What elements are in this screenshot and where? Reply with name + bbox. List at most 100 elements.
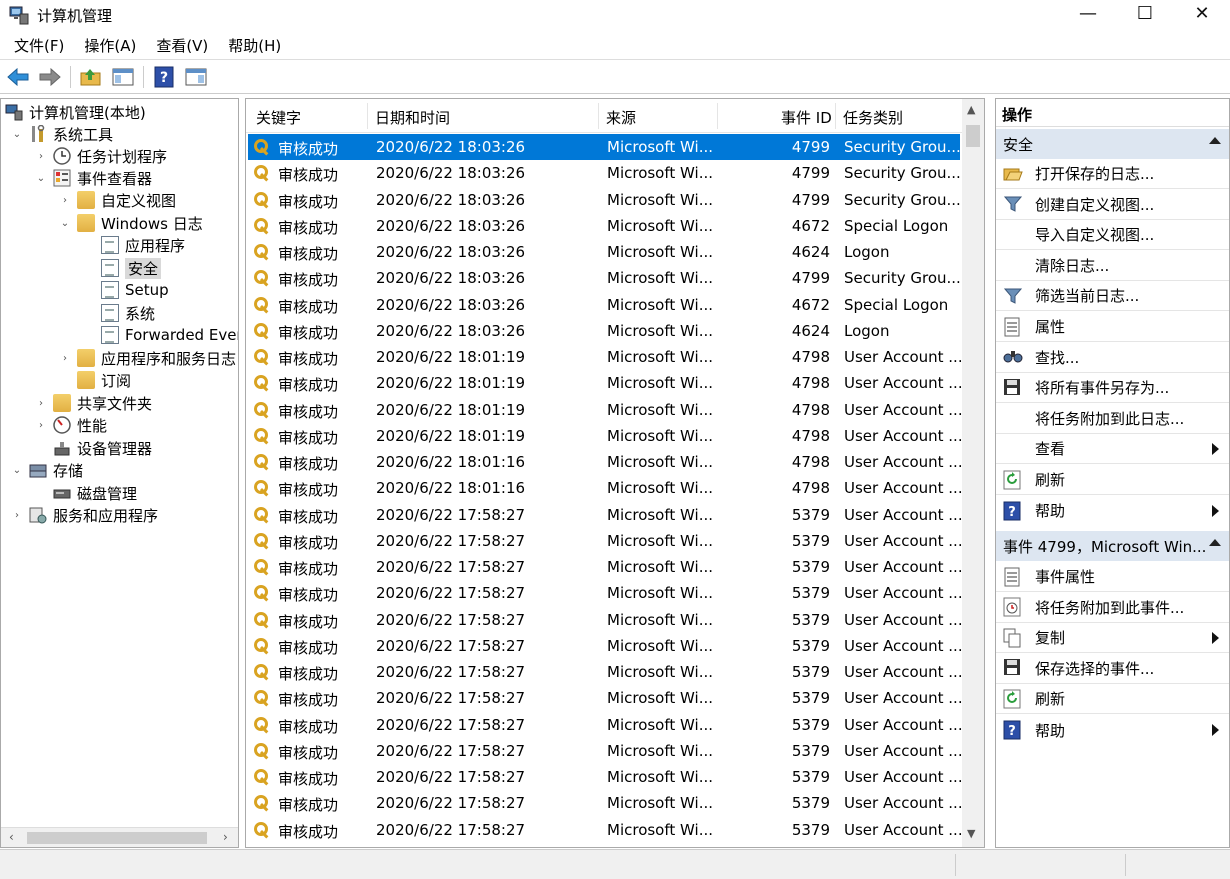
- action-item[interactable]: 事件属性: [996, 562, 1229, 592]
- table-row[interactable]: 审核成功 2020/6/22 18:01:19 Microsoft Wi... 479…: [248, 344, 963, 370]
- menu-action[interactable]: 操作(A): [74, 35, 146, 56]
- actions-section-event[interactable]: 事件 4799，Microsoft Win...: [996, 531, 1229, 561]
- scroll-left-icon[interactable]: ‹: [9, 830, 14, 844]
- table-row[interactable]: 审核成功 2020/6/22 17:58:27 Microsoft Wi... 537…: [248, 633, 963, 659]
- tree-item-shared-folders[interactable]: › 共享文件夹: [35, 392, 152, 414]
- collapse-caret-icon[interactable]: [1209, 137, 1221, 144]
- table-row[interactable]: 审核成功 2020/6/22 17:58:27 Microsoft Wi... 537…: [248, 790, 963, 816]
- action-item[interactable]: 创建自定义视图...: [996, 190, 1229, 220]
- action-item[interactable]: ? 帮助: [996, 496, 1229, 526]
- table-row[interactable]: 审核成功 2020/6/22 18:03:26 Microsoft Wi... 479…: [248, 187, 961, 213]
- table-row[interactable]: 审核成功 2020/6/22 18:01:19 Microsoft Wi... 479…: [248, 397, 963, 423]
- table-row[interactable]: 审核成功 2020/6/22 17:58:27 Microsoft Wi... 537…: [248, 817, 963, 843]
- table-row[interactable]: 审核成功 2020/6/22 17:58:27 Microsoft Wi... 537…: [248, 580, 963, 606]
- table-row[interactable]: 审核成功 2020/6/22 18:03:26 Microsoft Wi... 479…: [248, 134, 961, 160]
- action-item[interactable]: 查看: [996, 434, 1229, 465]
- actions-section-security[interactable]: 安全: [996, 129, 1229, 159]
- column-event-id[interactable]: 事件 ID: [781, 107, 832, 128]
- column-task-category[interactable]: 任务类别: [843, 107, 903, 128]
- tree-item-custom-views[interactable]: › 自定义视图: [59, 189, 176, 211]
- table-row[interactable]: 审核成功 2020/6/22 18:03:26 Microsoft Wi... 462…: [248, 318, 960, 344]
- action-item[interactable]: 将任务附加到此日志...: [996, 404, 1229, 434]
- tree-item-system-log[interactable]: 系统: [83, 302, 155, 324]
- expand-icon[interactable]: ›: [11, 510, 23, 521]
- collapse-icon[interactable]: ⌄: [35, 173, 47, 184]
- column-divider[interactable]: [367, 103, 368, 129]
- collapse-icon[interactable]: ⌄: [11, 129, 23, 140]
- table-row[interactable]: 审核成功 2020/6/22 18:01:19 Microsoft Wi... 479…: [248, 423, 963, 449]
- expand-icon[interactable]: ›: [35, 398, 47, 409]
- expand-icon[interactable]: ›: [35, 420, 47, 431]
- column-divider[interactable]: [717, 103, 718, 129]
- collapse-icon[interactable]: ⌄: [11, 465, 23, 476]
- tree-item-forwarded-events[interactable]: Forwarded Even: [83, 324, 238, 346]
- column-divider[interactable]: [598, 103, 599, 129]
- action-item[interactable]: 清除日志...: [996, 251, 1229, 281]
- collapse-icon[interactable]: ⌄: [59, 218, 71, 229]
- column-datetime[interactable]: 日期和时间: [375, 107, 450, 128]
- table-row[interactable]: 审核成功 2020/6/22 17:58:27 Microsoft Wi... 537…: [248, 685, 963, 711]
- tree-item-computer-management[interactable]: 计算机管理(本地): [5, 101, 146, 123]
- action-item[interactable]: 复制: [996, 623, 1229, 654]
- tree-item-system-tools[interactable]: ⌄ 系统工具: [11, 123, 113, 145]
- tree-item-setup-log[interactable]: Setup: [83, 279, 169, 301]
- action-item[interactable]: 筛选当前日志...: [996, 281, 1229, 312]
- tree-item-disk-management[interactable]: 磁盘管理: [35, 482, 137, 504]
- table-row[interactable]: 审核成功 2020/6/22 18:03:26 Microsoft Wi... 479…: [248, 160, 961, 186]
- action-item[interactable]: 打开保存的日志...: [996, 159, 1229, 189]
- action-item[interactable]: 刷新: [996, 465, 1229, 495]
- action-item[interactable]: 将所有事件另存为...: [996, 373, 1229, 404]
- table-row[interactable]: 审核成功 2020/6/22 17:58:27 Microsoft Wi... 537…: [248, 528, 963, 554]
- table-row[interactable]: 审核成功 2020/6/22 17:58:27 Microsoft Wi... 537…: [248, 659, 963, 685]
- tree-item-task-scheduler[interactable]: › 任务计划程序: [35, 145, 167, 167]
- maximize-button[interactable]: ☐: [1122, 0, 1168, 26]
- tree-item-device-manager[interactable]: 设备管理器: [35, 437, 152, 459]
- scroll-right-icon[interactable]: ›: [223, 830, 228, 844]
- menu-view[interactable]: 查看(V): [146, 35, 218, 56]
- menu-help[interactable]: 帮助(H): [218, 35, 291, 56]
- table-row[interactable]: 审核成功 2020/6/22 18:01:19 Microsoft Wi... 479…: [248, 370, 963, 396]
- table-row[interactable]: 审核成功 2020/6/22 18:01:16 Microsoft Wi... 479…: [248, 475, 963, 501]
- tree-item-performance[interactable]: › 性能: [35, 414, 107, 436]
- help-icon[interactable]: ?: [152, 65, 176, 89]
- table-row[interactable]: 审核成功 2020/6/22 18:03:26 Microsoft Wi... 479…: [248, 265, 961, 291]
- action-item[interactable]: 属性: [996, 312, 1229, 342]
- table-row[interactable]: 审核成功 2020/6/22 17:58:27 Microsoft Wi... 537…: [248, 712, 963, 738]
- expand-icon[interactable]: ›: [59, 195, 71, 206]
- tree-item-application-log[interactable]: 应用程序: [83, 234, 185, 256]
- table-row[interactable]: 审核成功 2020/6/22 18:01:16 Microsoft Wi... 479…: [248, 449, 963, 475]
- table-row[interactable]: 审核成功 2020/6/22 17:58:27 Microsoft Wi... 537…: [248, 554, 963, 580]
- show-hide-action-pane-icon[interactable]: [184, 65, 208, 89]
- scroll-up-icon[interactable]: ▲: [967, 103, 975, 116]
- tree-item-security-log[interactable]: 安全: [83, 257, 162, 279]
- tree-item-subscriptions[interactable]: 订阅: [59, 369, 131, 391]
- column-source[interactable]: 来源: [606, 107, 636, 128]
- expand-icon[interactable]: ›: [35, 151, 47, 162]
- list-vertical-scrollbar[interactable]: ▲ ▼: [962, 99, 984, 847]
- table-row[interactable]: 审核成功 2020/6/22 18:03:26 Microsoft Wi... 467…: [248, 292, 960, 318]
- tree-horizontal-scrollbar[interactable]: ‹ ›: [1, 827, 238, 847]
- action-item[interactable]: 保存选择的事件...: [996, 654, 1229, 684]
- tree-item-services-apps[interactable]: › 服务和应用程序: [11, 504, 158, 526]
- tree-item-event-viewer[interactable]: ⌄ 事件查看器: [35, 167, 152, 189]
- action-item[interactable]: 刷新: [996, 684, 1229, 715]
- table-row[interactable]: 审核成功 2020/6/22 18:03:26 Microsoft Wi... 467…: [248, 213, 960, 239]
- table-row[interactable]: 审核成功 2020/6/22 18:03:26 Microsoft Wi... 462…: [248, 239, 960, 265]
- scroll-down-icon[interactable]: ▼: [967, 827, 975, 840]
- column-keyword[interactable]: 关键字: [256, 107, 301, 128]
- up-folder-icon[interactable]: [79, 65, 103, 89]
- action-item[interactable]: ? 帮助: [996, 715, 1229, 745]
- minimize-button[interactable]: —: [1065, 0, 1111, 26]
- action-item[interactable]: 导入自定义视图...: [996, 220, 1229, 251]
- table-row[interactable]: 审核成功 2020/6/22 17:58:27 Microsoft Wi... 537…: [248, 764, 963, 790]
- action-item[interactable]: 将任务附加到此事件...: [996, 593, 1229, 623]
- action-item[interactable]: 查找...: [996, 343, 1229, 373]
- collapse-caret-icon[interactable]: [1209, 539, 1221, 546]
- scroll-thumb[interactable]: [27, 832, 207, 844]
- expand-icon[interactable]: ›: [59, 353, 71, 364]
- scroll-thumb[interactable]: [966, 125, 980, 147]
- menu-file[interactable]: 文件(F): [4, 35, 74, 56]
- back-icon[interactable]: [6, 65, 30, 89]
- tree-item-app-service-logs[interactable]: › 应用程序和服务日志: [59, 347, 236, 369]
- tree-item-windows-logs[interactable]: ⌄ Windows 日志: [59, 212, 203, 234]
